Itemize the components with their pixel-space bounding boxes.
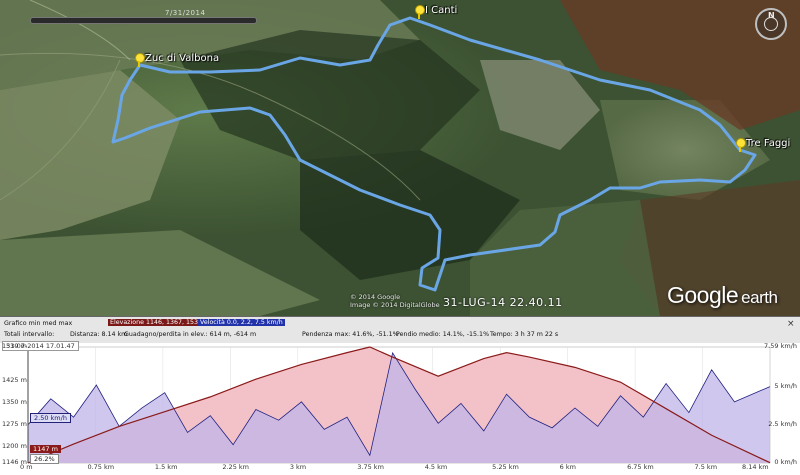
x-tick-label: 2.25 km (222, 463, 249, 471)
pushpin-icon (414, 5, 425, 19)
pushpin-icon (735, 138, 746, 152)
time-slider-bar[interactable] (30, 17, 257, 24)
copyright-line: © 2014 Google (350, 293, 401, 301)
elevation-speed-chart[interactable] (0, 343, 800, 475)
placemark-i-canti[interactable]: I Canti (414, 5, 457, 19)
logo-product: earth (741, 288, 778, 307)
x-tick-label: 5.25 km (492, 463, 519, 471)
map-view[interactable]: 7/31/2014 Zuc di Valbona I Canti Tre Fag… (0, 0, 800, 316)
y-left-tick-label: 1350 m (2, 397, 27, 406)
y-right-tick-label: 5 km/h (774, 381, 797, 390)
cursor-slope-badge: 26.2% (30, 454, 59, 464)
placemark-label: I Canti (425, 5, 458, 16)
close-icon[interactable]: × (787, 320, 796, 329)
x-tick-label: 0 m (20, 463, 33, 471)
placemark-label: Zuc di Valbona (145, 53, 220, 64)
x-tick-label: 8.14 km (742, 463, 769, 471)
chart-legend-label: Grafico min med max (4, 320, 73, 327)
compass-ring (764, 17, 778, 31)
y-left-tick-label: 1425 m (2, 375, 27, 384)
y-left-tick-label: 1275 m (2, 419, 27, 428)
y-left-tick-label: 1539 m (2, 342, 27, 350)
avg-slope-stat: Pendio medio: 14.1%, -15.1% (396, 331, 490, 338)
placemark-tre-faggi[interactable]: Tre Faggi (735, 138, 790, 152)
distance-stat: Distanza: 8.14 km (70, 331, 128, 338)
google-earth-logo: Google earth (667, 282, 778, 309)
x-tick-label: 6 km (559, 463, 576, 471)
x-tick-label: 3 km (289, 463, 307, 471)
x-tick-label: 0.75 km (87, 463, 115, 471)
x-tick-label: 7.5 km (694, 463, 718, 471)
compass-icon[interactable]: N (755, 8, 787, 40)
speed-series-toggle[interactable]: Velocità 0.0, 2.2, 7.5 km/h (198, 319, 285, 326)
profile-header: Grafico min med max Elevazione 1146, 136… (0, 317, 800, 343)
y-left-tick-label: 1200 m (2, 442, 27, 451)
time-slider[interactable]: 7/31/2014 (30, 9, 257, 27)
x-tick-label: 6.75 km (627, 463, 654, 471)
x-tick-label: 3.75 km (357, 463, 384, 471)
cursor-speed-badge: 2.50 km/h (30, 413, 71, 423)
logo-brand: Google (667, 282, 739, 308)
cursor-elevation-badge: 1147 m (30, 445, 61, 453)
pushpin-icon (134, 53, 145, 67)
x-tick-label: 4.5 km (424, 463, 448, 471)
time-slider-date: 7/31/2014 (165, 9, 206, 17)
y-right-tick-label: 7.59 km/h (764, 342, 797, 350)
elevation-gain-stat: Guadagno/perdita in elev.: 614 m, -614 m (124, 331, 257, 338)
x-tick-label: 1.5 km (154, 463, 178, 471)
copyright-line: Image © 2014 DigitalGlobe (350, 301, 440, 309)
max-slope-stat: Pendenza max: 41.6%, -51.1% (302, 331, 399, 338)
y-right-tick-label: 0 km/h (774, 458, 797, 466)
elevation-profile-panel: Grafico min med max Elevazione 1146, 136… (0, 316, 800, 475)
placemark-label: Tre Faggi (746, 138, 791, 149)
y-right-tick-label: 2.5 km/h (768, 419, 797, 428)
placemark-zuc-di-valbona[interactable]: Zuc di Valbona (134, 53, 219, 67)
time-stat: Tempo: 3 h 37 m 22 s (490, 331, 559, 338)
totals-label: Totali intervallo: (4, 331, 55, 338)
tour-timestamp: 31-LUG-14 22.40.11 (443, 296, 563, 309)
imagery-copyright: © 2014 Google Image © 2014 DigitalGlobe (350, 293, 440, 309)
satellite-imagery (0, 0, 800, 316)
elevation-series-toggle[interactable]: Elevazione 1146, 1367, 1539 m (108, 319, 213, 326)
